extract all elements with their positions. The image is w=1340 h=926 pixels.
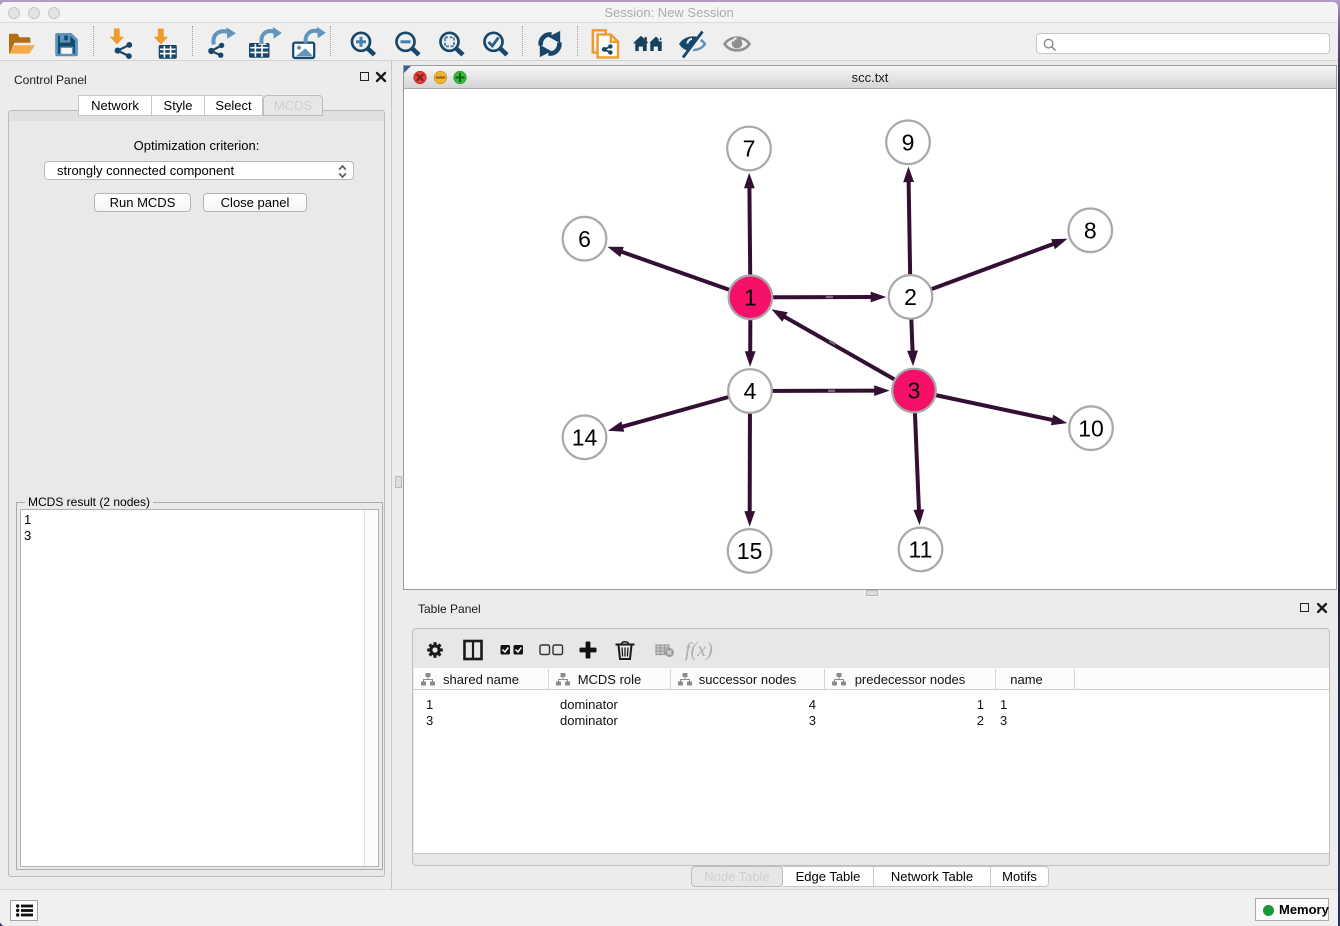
svg-text:2: 2	[904, 284, 917, 310]
svg-text:1: 1	[744, 285, 757, 311]
svg-text:10: 10	[1078, 415, 1104, 441]
svg-text:9: 9	[902, 130, 915, 156]
svg-text:8: 8	[1084, 218, 1097, 244]
svg-text:11: 11	[909, 537, 933, 563]
svg-text:15: 15	[737, 538, 763, 564]
svg-text:f(x): f(x)	[685, 639, 713, 661]
svg-text:3: 3	[908, 378, 921, 404]
svg-text:6: 6	[578, 226, 591, 252]
svg-text:7: 7	[743, 136, 756, 162]
svg-text:14: 14	[572, 425, 598, 451]
svg-text:4: 4	[744, 378, 757, 404]
